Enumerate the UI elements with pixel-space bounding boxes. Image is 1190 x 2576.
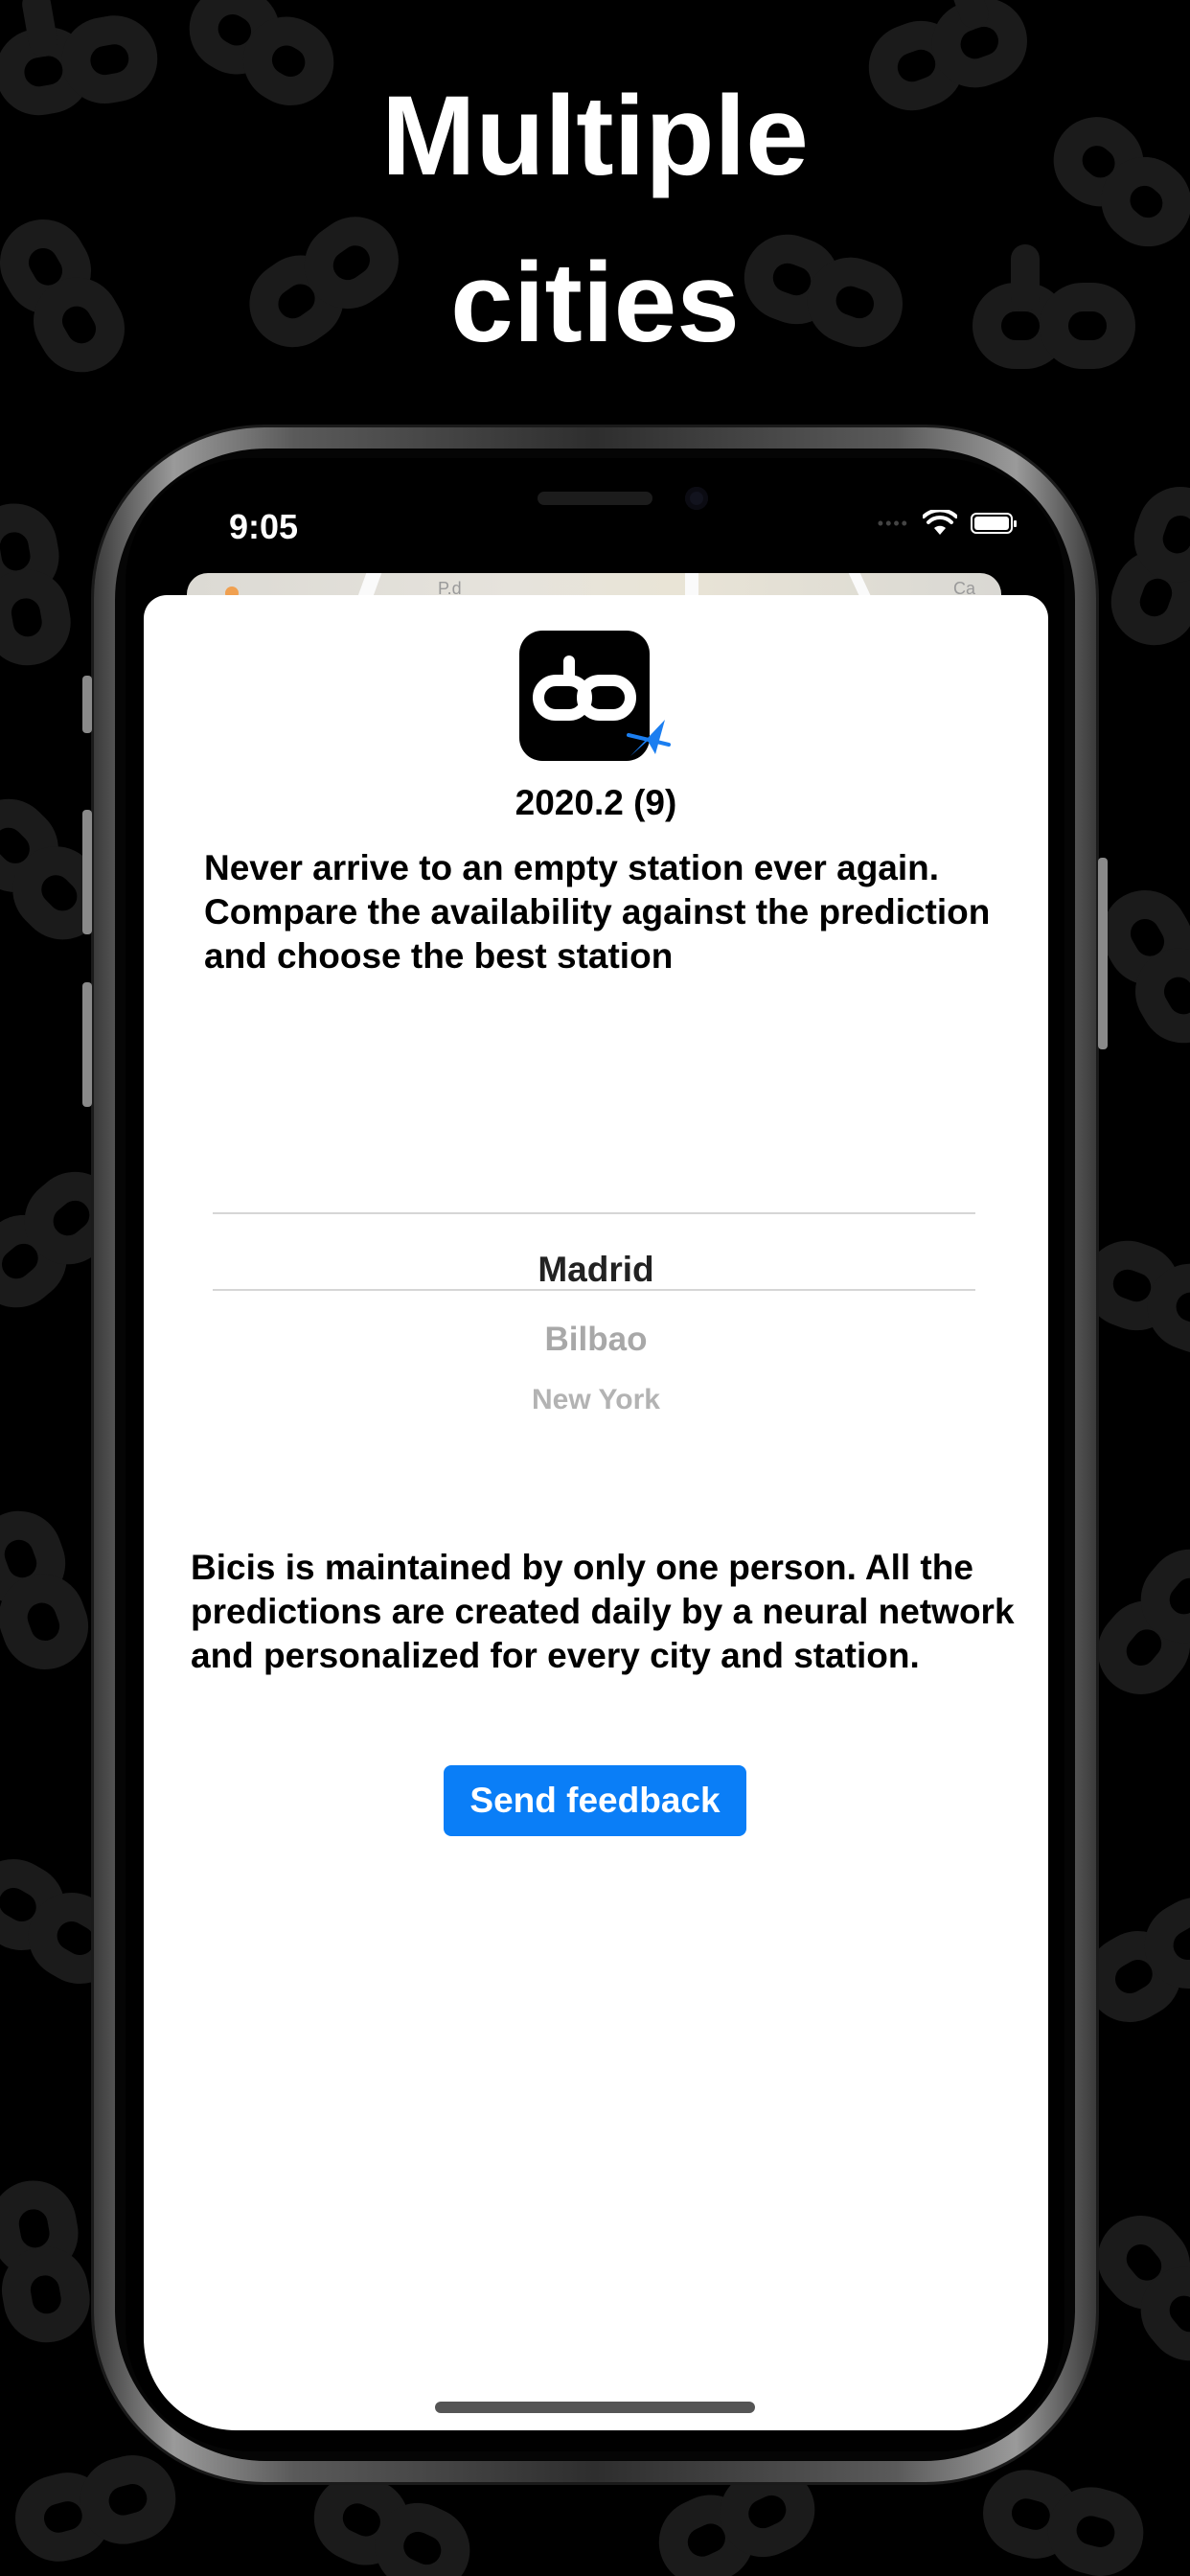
picker-option[interactable]: New York — [144, 1384, 1048, 1416]
volume-down-button — [82, 982, 92, 1107]
wifi-icon — [923, 510, 957, 535]
headline: Multiple cities — [0, 53, 1190, 386]
picker-selected-city[interactable]: Madrid — [144, 1250, 1048, 1290]
front-camera — [685, 487, 708, 510]
status-indicators: •••• — [877, 510, 1017, 537]
earpiece-speaker — [538, 492, 652, 505]
intro-text: Never arrive to an empty station ever ag… — [204, 848, 991, 976]
power-button — [1098, 858, 1108, 1049]
picker-top-divider — [213, 1212, 975, 1214]
location-badge-icon — [627, 720, 671, 756]
headline-line-1: Multiple — [381, 73, 809, 199]
phone-screen: 9:05 •••• P.d Ca 2020.2 (9) Never arrive… — [126, 458, 1064, 2451]
mute-switch — [82, 676, 92, 733]
headline-line-2: cities — [450, 240, 740, 366]
send-feedback-button[interactable]: Send feedback — [444, 1765, 746, 1836]
app-version: 2020.2 (9) — [515, 783, 677, 822]
about-sheet: 2020.2 (9) Never arrive to an empty stat… — [144, 595, 1048, 2430]
picker-option[interactable]: Bilbao — [144, 1321, 1048, 1359]
about-text: Bicis is maintained by only one person. … — [191, 1548, 1015, 1675]
cellular-signal: •••• — [877, 513, 909, 533]
volume-up-button — [82, 810, 92, 934]
picker-bottom-divider — [213, 1289, 975, 1291]
home-indicator[interactable] — [435, 2402, 755, 2413]
status-time: 9:05 — [229, 507, 299, 546]
battery-icon — [971, 513, 1017, 534]
